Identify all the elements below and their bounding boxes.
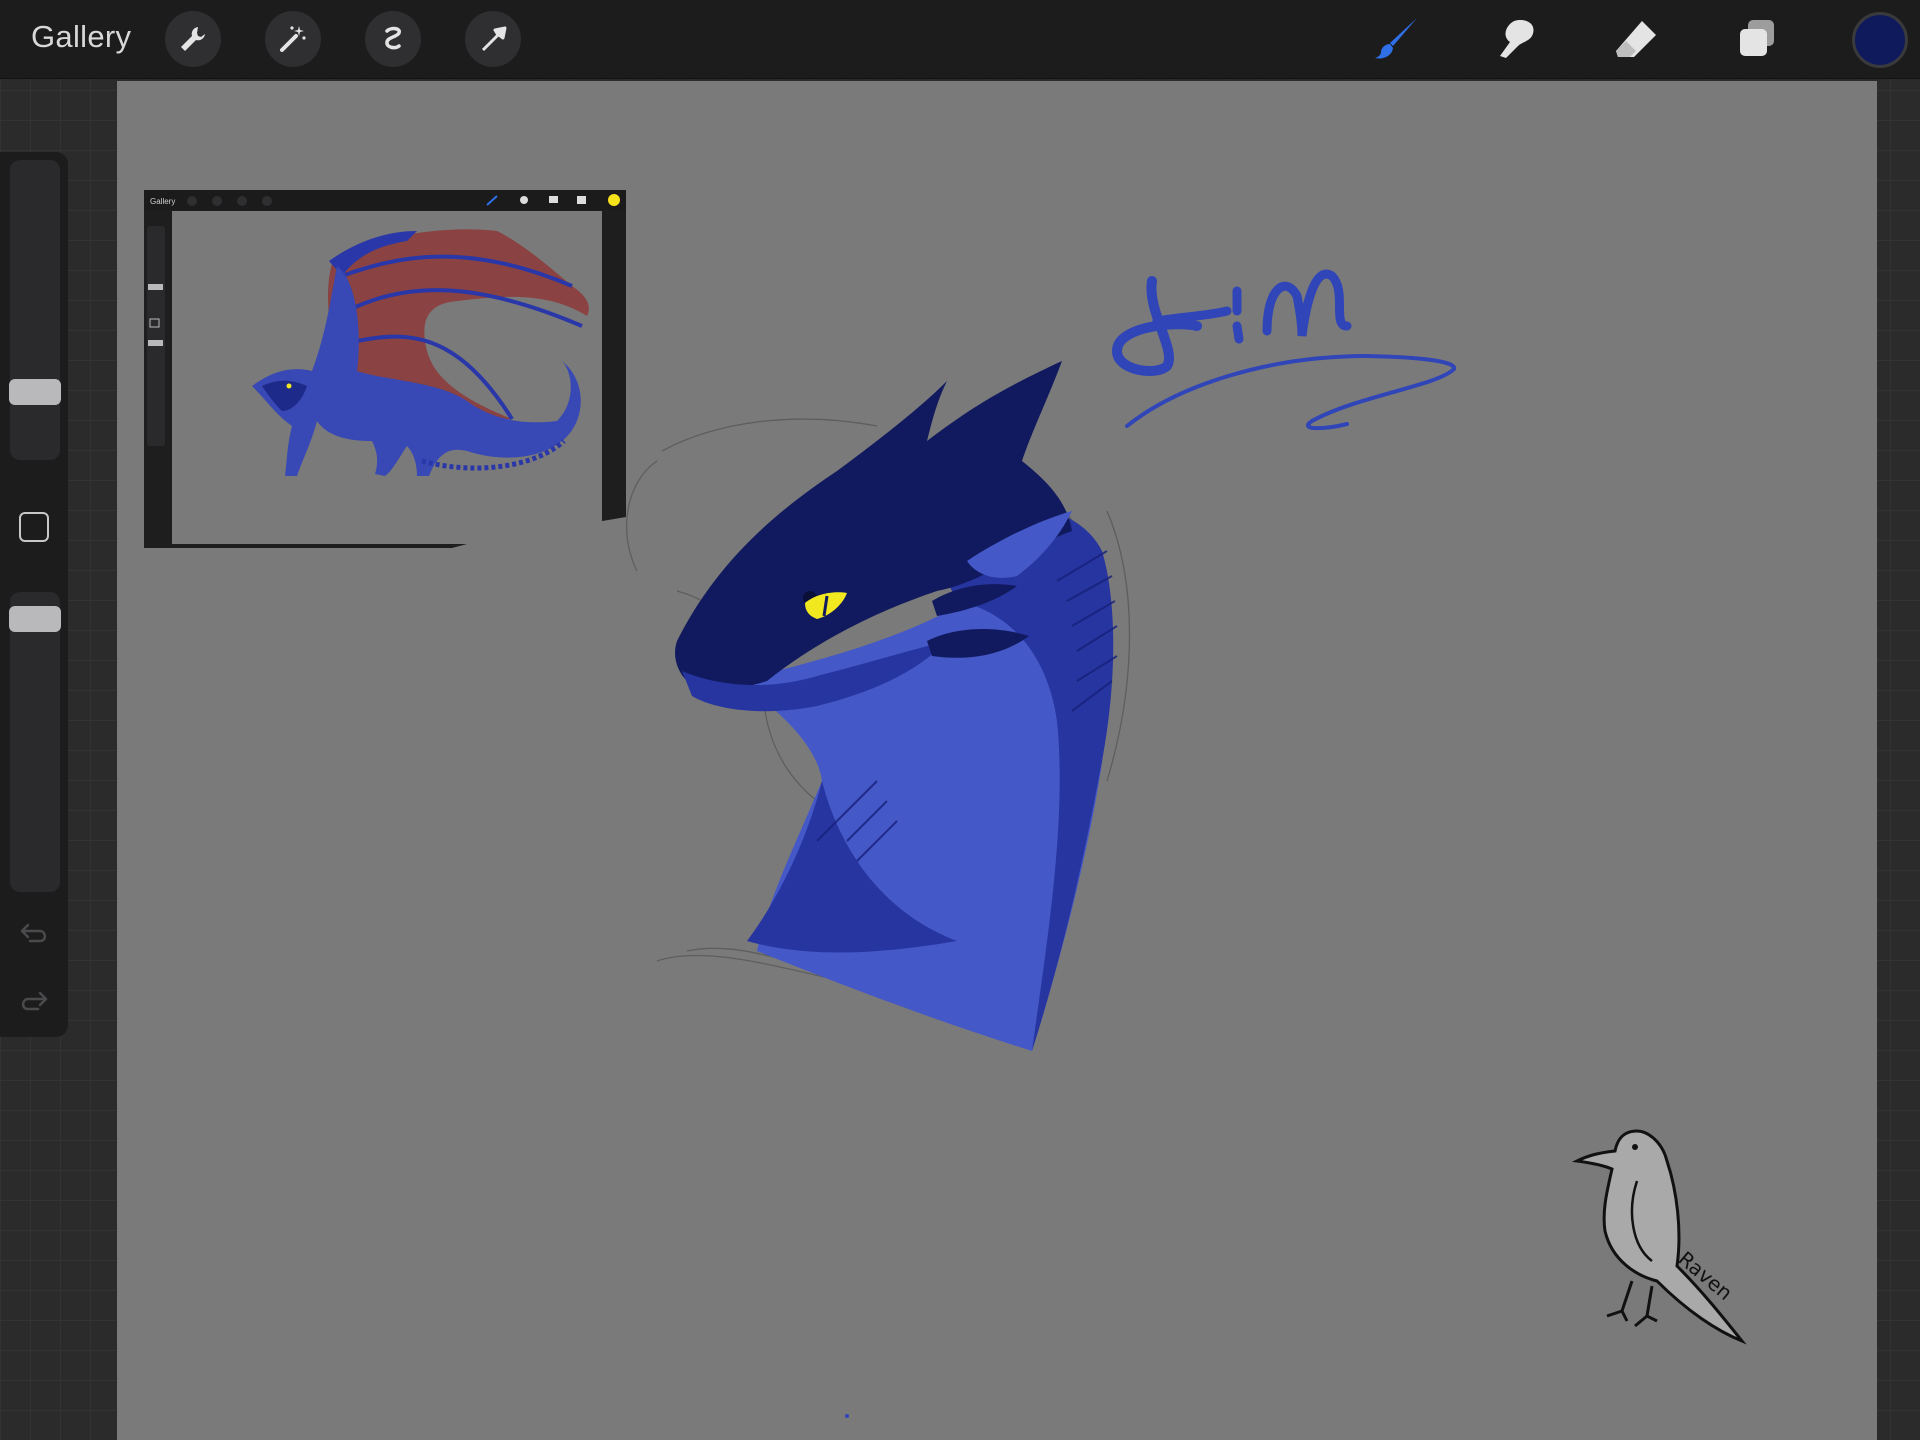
reference-screenshot: Gallery [144,190,626,548]
inset-gallery-label: Gallery [150,197,175,206]
transform-arrow-icon[interactable] [465,11,521,67]
square-modify-icon[interactable] [19,512,49,542]
sidebar [0,152,68,1037]
magic-wand-icon[interactable] [265,11,321,67]
color-swatch[interactable] [1852,12,1908,68]
top-toolbar: Gallery [0,0,1920,78]
drawing-canvas[interactable]: Gallery Raven [117,81,1877,1440]
wrench-icon[interactable] [165,11,221,67]
opacity-thumb[interactable] [9,606,61,632]
selection-icon[interactable] [365,11,421,67]
brush-icon[interactable] [1366,9,1426,69]
undo-icon[interactable] [16,917,52,947]
artwork: Gallery Raven [117,81,1877,1440]
gallery-button[interactable]: Gallery [31,19,131,55]
eraser-icon[interactable] [1606,9,1666,69]
redo-icon[interactable] [16,985,52,1015]
brush-size-slider[interactable] [9,160,61,460]
opacity-slider[interactable] [9,592,61,892]
smudge-icon[interactable] [1485,9,1545,69]
layers-icon[interactable] [1727,9,1787,69]
brush-size-thumb[interactable] [9,379,61,405]
